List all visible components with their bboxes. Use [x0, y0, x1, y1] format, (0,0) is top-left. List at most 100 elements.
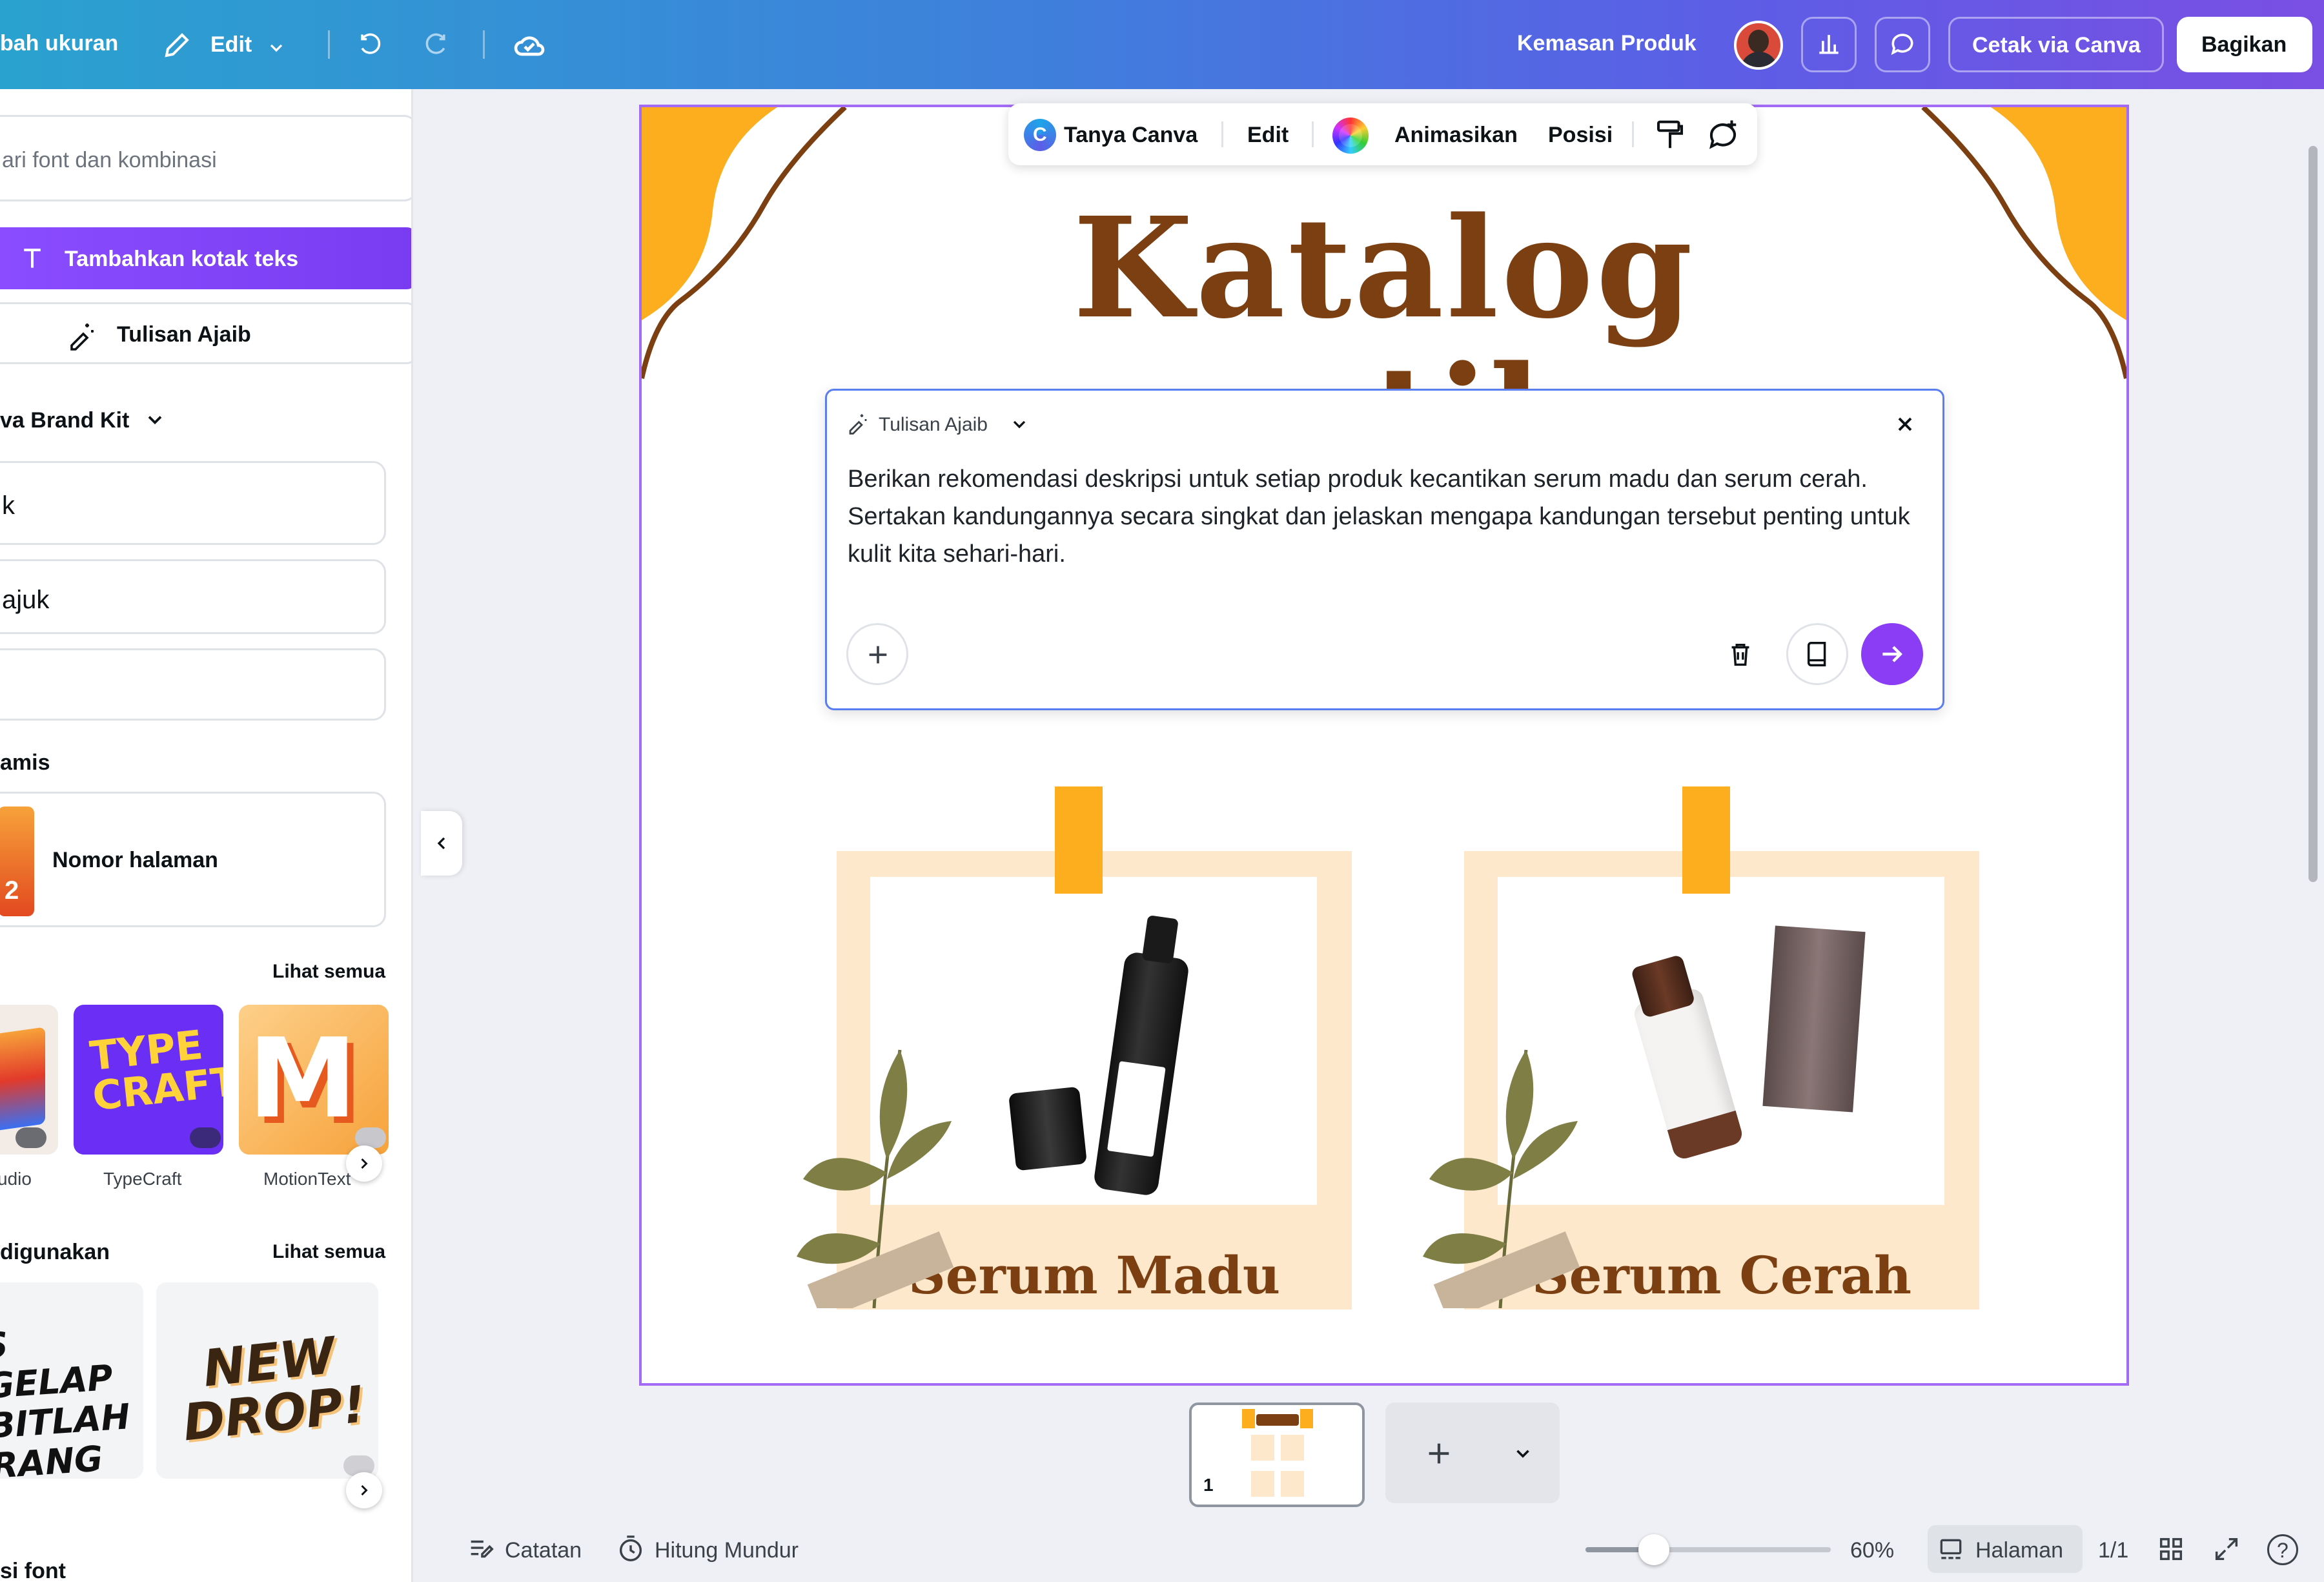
toolbar-divider [1221, 121, 1223, 147]
close-icon[interactable] [1893, 413, 1917, 436]
undo-icon[interactable] [354, 28, 386, 61]
page-thumbnail-preview [1242, 1409, 1313, 1505]
chevron-down-icon[interactable] [1512, 1443, 1534, 1464]
trash-icon[interactable] [1726, 640, 1755, 670]
font-effect-thumb-typecraft[interactable]: TYPE CRAFT [74, 1005, 223, 1155]
see-all-effects-link[interactable]: Lihat semua [272, 961, 385, 983]
magic-write-prompt-input[interactable]: Berikan rekomendasi deskripsi untuk seti… [848, 460, 1919, 573]
print-via-canva-button[interactable]: Cetak via Canva [1948, 17, 2164, 72]
plant-decoration-2 [1423, 1049, 1580, 1308]
plus-icon [1429, 1443, 1449, 1464]
grid-view-icon[interactable] [2156, 1534, 2186, 1564]
text-side-panel: ari font dan kombinasi Tambahkan kotak t… [0, 89, 413, 1582]
dynamic-text-heading: amis [0, 750, 50, 775]
brand-subheading-style[interactable]: ajuk [0, 559, 386, 634]
brand-subheading-text: ajuk [2, 586, 50, 614]
brand-body-style[interactable] [0, 648, 386, 721]
page-thumbnail-1[interactable]: 1 [1189, 1402, 1365, 1507]
paint-roller-icon[interactable] [1653, 118, 1687, 152]
recent-scroll-right-button[interactable] [346, 1472, 382, 1508]
canva-assistant-icon: C [1024, 119, 1056, 151]
font-combinations-heading: si font [0, 1559, 66, 1582]
pencil-icon [165, 33, 189, 57]
color-picker-icon[interactable] [1332, 118, 1369, 154]
timer-icon [619, 1536, 642, 1561]
brand-heading-style[interactable]: k [0, 461, 386, 545]
help-button[interactable]: ? [2267, 1534, 2298, 1565]
chevron-right-icon [361, 1158, 368, 1169]
notes-label: Catatan [505, 1538, 582, 1563]
animate-button[interactable]: Animasikan [1394, 123, 1518, 148]
ask-canva-button[interactable]: Tanya Canva [1064, 123, 1198, 148]
recent-combo-thumb-1[interactable]: S GELAP BITLAH RANG [0, 1282, 143, 1479]
chevron-right-icon [361, 1484, 368, 1496]
crown-icon [190, 1127, 221, 1148]
font-effect-thumb-studio[interactable] [0, 1005, 58, 1155]
submit-prompt-button[interactable] [1861, 623, 1923, 685]
catalog-title[interactable]: Katalog [642, 191, 2126, 346]
add-page-button[interactable] [1385, 1402, 1560, 1503]
magic-write-button[interactable]: Tulisan Ajaib [0, 302, 411, 364]
pages-view-button[interactable]: Halaman [1928, 1525, 2083, 1573]
plus-icon [869, 646, 887, 664]
chevron-down-icon [270, 44, 283, 52]
pump-bottle [1092, 915, 1190, 1197]
tape-1 [1055, 786, 1103, 894]
magic-pen-icon [70, 324, 94, 351]
chevron-left-icon [437, 837, 445, 850]
page-number-thumb-text: 2 [5, 876, 19, 905]
recent-combo-thumb-1-text: S GELAP BITLAH RANG [0, 1324, 132, 1479]
crown-icon [15, 1127, 46, 1148]
insights-button[interactable] [1801, 17, 1857, 72]
add-textbox-label: Tambahkan kotak teks [65, 247, 299, 271]
add-comment-icon[interactable] [1706, 118, 1740, 152]
recently-used-heading: digunakan [0, 1240, 110, 1264]
edit-element-button[interactable]: Edit [1247, 123, 1289, 148]
font-search-placeholder: ari font dan kombinasi [2, 148, 217, 172]
fullscreen-icon[interactable] [2212, 1534, 2241, 1564]
font-effect-label-motiontext: MotionText [263, 1169, 351, 1189]
tape-2 [1682, 786, 1730, 894]
add-attachment-button[interactable] [846, 623, 908, 685]
page-number-thumbnail: 2 [0, 806, 34, 916]
brand-kit-label: va Brand Kit [0, 408, 130, 433]
edit-menu-label: Edit [210, 32, 252, 57]
serum-box [1762, 925, 1866, 1113]
motiontext-thumb-text: M [248, 1015, 358, 1143]
avatar[interactable] [1734, 21, 1783, 70]
print-via-canva-label: Cetak via Canva [1972, 33, 2141, 57]
toolbar-divider [1312, 121, 1314, 147]
position-button[interactable]: Posisi [1548, 123, 1613, 148]
share-button[interactable]: Bagikan [2177, 17, 2312, 72]
recent-combo-thumb-2-text: NEW DROP! [180, 1326, 369, 1453]
effects-scroll-right-button[interactable] [346, 1145, 382, 1182]
font-search-input[interactable]: ari font dan kombinasi [0, 115, 411, 201]
comments-button[interactable] [1875, 17, 1930, 72]
zoom-slider-track[interactable] [1585, 1534, 1831, 1565]
chevron-down-icon [148, 416, 162, 425]
zoom-level[interactable]: 60% [1850, 1538, 1894, 1563]
brand-heading-text: k [2, 491, 15, 520]
font-effect-thumb-motiontext[interactable]: M [239, 1005, 389, 1155]
resize-button[interactable]: bah ukuran [0, 31, 118, 56]
comment-icon [1891, 34, 1913, 56]
book-icon [1807, 642, 1826, 666]
see-all-recent-link[interactable]: Lihat semua [272, 1241, 385, 1263]
zoom-slider-handle[interactable] [1638, 1534, 1670, 1565]
plant-decoration-1 [797, 1049, 954, 1308]
design-page[interactable]: Katalog antik Serum Madu [639, 105, 2129, 1386]
arrow-right-icon [1882, 646, 1902, 663]
collapse-panel-button[interactable] [421, 811, 462, 876]
redo-icon[interactable] [420, 28, 452, 61]
font-effect-label-studio: udio [0, 1169, 32, 1189]
chevron-down-icon [1013, 420, 1026, 429]
crown-icon [355, 1127, 386, 1148]
add-textbox-button[interactable]: Tambahkan kotak teks [0, 227, 411, 289]
brand-voice-button[interactable] [1786, 623, 1848, 685]
cloud-saved-icon[interactable] [511, 27, 547, 63]
recent-combo-thumb-2[interactable]: NEW DROP! [156, 1282, 378, 1479]
document-title[interactable]: Kemasan Produk [1517, 31, 1697, 56]
canvas-scrollbar[interactable] [2309, 146, 2318, 882]
magic-write-panel: Tulisan Ajaib Berikan rekomendasi deskri… [825, 389, 1944, 710]
page-number-card[interactable]: 2 Nomor halaman [0, 792, 386, 927]
